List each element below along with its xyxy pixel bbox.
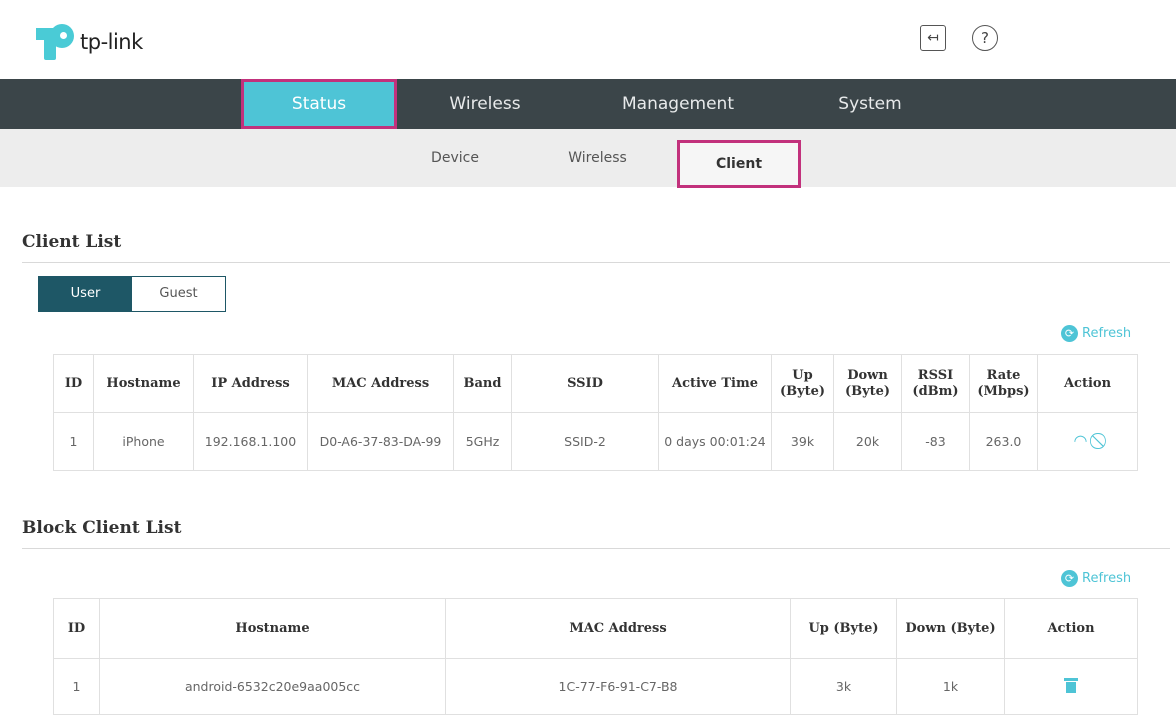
col-band: Band bbox=[453, 354, 512, 413]
col-ip: IP Address bbox=[193, 354, 308, 413]
main-nav-wireless[interactable]: Wireless bbox=[430, 79, 540, 129]
col-up: Up (Byte) bbox=[790, 598, 897, 659]
sub-nav-device[interactable]: Device bbox=[410, 129, 500, 187]
refresh-label: Refresh bbox=[1082, 571, 1132, 586]
client-list-title: Client List bbox=[22, 232, 122, 252]
client-table: ID Hostname IP Address MAC Address Band … bbox=[53, 354, 1138, 471]
cell-down: 1k bbox=[896, 658, 1005, 715]
refresh-icon: ⟳ bbox=[1061, 325, 1078, 342]
sub-nav: Device Wireless Client bbox=[0, 129, 1176, 188]
main-nav-status[interactable]: Status bbox=[241, 79, 397, 129]
main-nav: Status Wireless Management System bbox=[0, 79, 1176, 129]
toggle-guest[interactable]: Guest bbox=[132, 277, 225, 311]
speed-limit-icon[interactable]: ◠ bbox=[1074, 433, 1088, 449]
col-mac: MAC Address bbox=[445, 598, 791, 659]
col-id: ID bbox=[53, 354, 94, 413]
cell-mac: 1C-77-F6-91-C7-B8 bbox=[445, 658, 791, 715]
col-up: Up (Byte) bbox=[771, 354, 834, 413]
col-down: Down (Byte) bbox=[896, 598, 1005, 659]
main-nav-system[interactable]: System bbox=[810, 79, 930, 129]
col-action: Action bbox=[1004, 598, 1138, 659]
cell-mac: D0-A6-37-83-DA-99 bbox=[307, 412, 454, 471]
cell-id: 1 bbox=[53, 412, 94, 471]
help-icon[interactable]: ? bbox=[972, 25, 998, 51]
cell-down: 20k bbox=[833, 412, 902, 471]
col-active-time: Active Time bbox=[658, 354, 772, 413]
col-mac: MAC Address bbox=[307, 354, 454, 413]
logout-icon[interactable]: ↤ bbox=[920, 25, 946, 51]
main-nav-management[interactable]: Management bbox=[603, 79, 753, 129]
cell-rssi: -83 bbox=[901, 412, 970, 471]
cell-hostname: iPhone bbox=[93, 412, 194, 471]
block-client-list-title: Block Client List bbox=[22, 518, 182, 538]
divider bbox=[22, 548, 1170, 549]
header: tp-link ↤ ? bbox=[0, 0, 1176, 79]
col-rate: Rate (Mbps) bbox=[969, 354, 1038, 413]
sub-nav-wireless[interactable]: Wireless bbox=[550, 129, 645, 187]
divider bbox=[22, 262, 1170, 263]
user-guest-toggle: User Guest bbox=[38, 276, 226, 312]
cell-action: ◠ ⃠ bbox=[1037, 412, 1138, 471]
cell-up: 39k bbox=[771, 412, 834, 471]
cell-band: 5GHz bbox=[453, 412, 512, 471]
cell-up: 3k bbox=[790, 658, 897, 715]
cell-ip: 192.168.1.100 bbox=[193, 412, 308, 471]
col-action: Action bbox=[1037, 354, 1138, 413]
col-ssid: SSID bbox=[511, 354, 659, 413]
table-header-row: ID Hostname MAC Address Up (Byte) Down (… bbox=[53, 598, 1138, 659]
cell-action bbox=[1004, 658, 1138, 715]
cell-hostname: android-6532c20e9aa005cc bbox=[99, 658, 446, 715]
cell-active-time: 0 days 00:01:24 bbox=[658, 412, 772, 471]
cell-id: 1 bbox=[53, 658, 100, 715]
refresh-icon: ⟳ bbox=[1061, 570, 1078, 587]
sub-nav-client[interactable]: Client bbox=[677, 140, 801, 188]
cell-rate: 263.0 bbox=[969, 412, 1038, 471]
col-hostname: Hostname bbox=[99, 598, 446, 659]
col-rssi: RSSI (dBm) bbox=[901, 354, 970, 413]
cell-ssid: SSID-2 bbox=[511, 412, 659, 471]
col-down: Down (Byte) bbox=[833, 354, 902, 413]
client-refresh-button[interactable]: ⟳ Refresh bbox=[1061, 325, 1131, 342]
col-id: ID bbox=[53, 598, 100, 659]
col-hostname: Hostname bbox=[93, 354, 194, 413]
table-row: 1 android-6532c20e9aa005cc 1C-77-F6-91-C… bbox=[53, 658, 1138, 715]
refresh-label: Refresh bbox=[1082, 326, 1132, 341]
logo-text: tp-link bbox=[80, 30, 143, 54]
logo-icon bbox=[30, 22, 74, 62]
tp-link-logo: tp-link bbox=[30, 22, 143, 62]
table-header-row: ID Hostname IP Address MAC Address Band … bbox=[53, 354, 1138, 413]
block-refresh-button[interactable]: ⟳ Refresh bbox=[1061, 570, 1131, 587]
toggle-user[interactable]: User bbox=[39, 277, 132, 311]
block-client-table: ID Hostname MAC Address Up (Byte) Down (… bbox=[53, 598, 1138, 715]
table-row: 1 iPhone 192.168.1.100 D0-A6-37-83-DA-99… bbox=[53, 412, 1138, 471]
trash-icon[interactable] bbox=[1064, 677, 1078, 693]
